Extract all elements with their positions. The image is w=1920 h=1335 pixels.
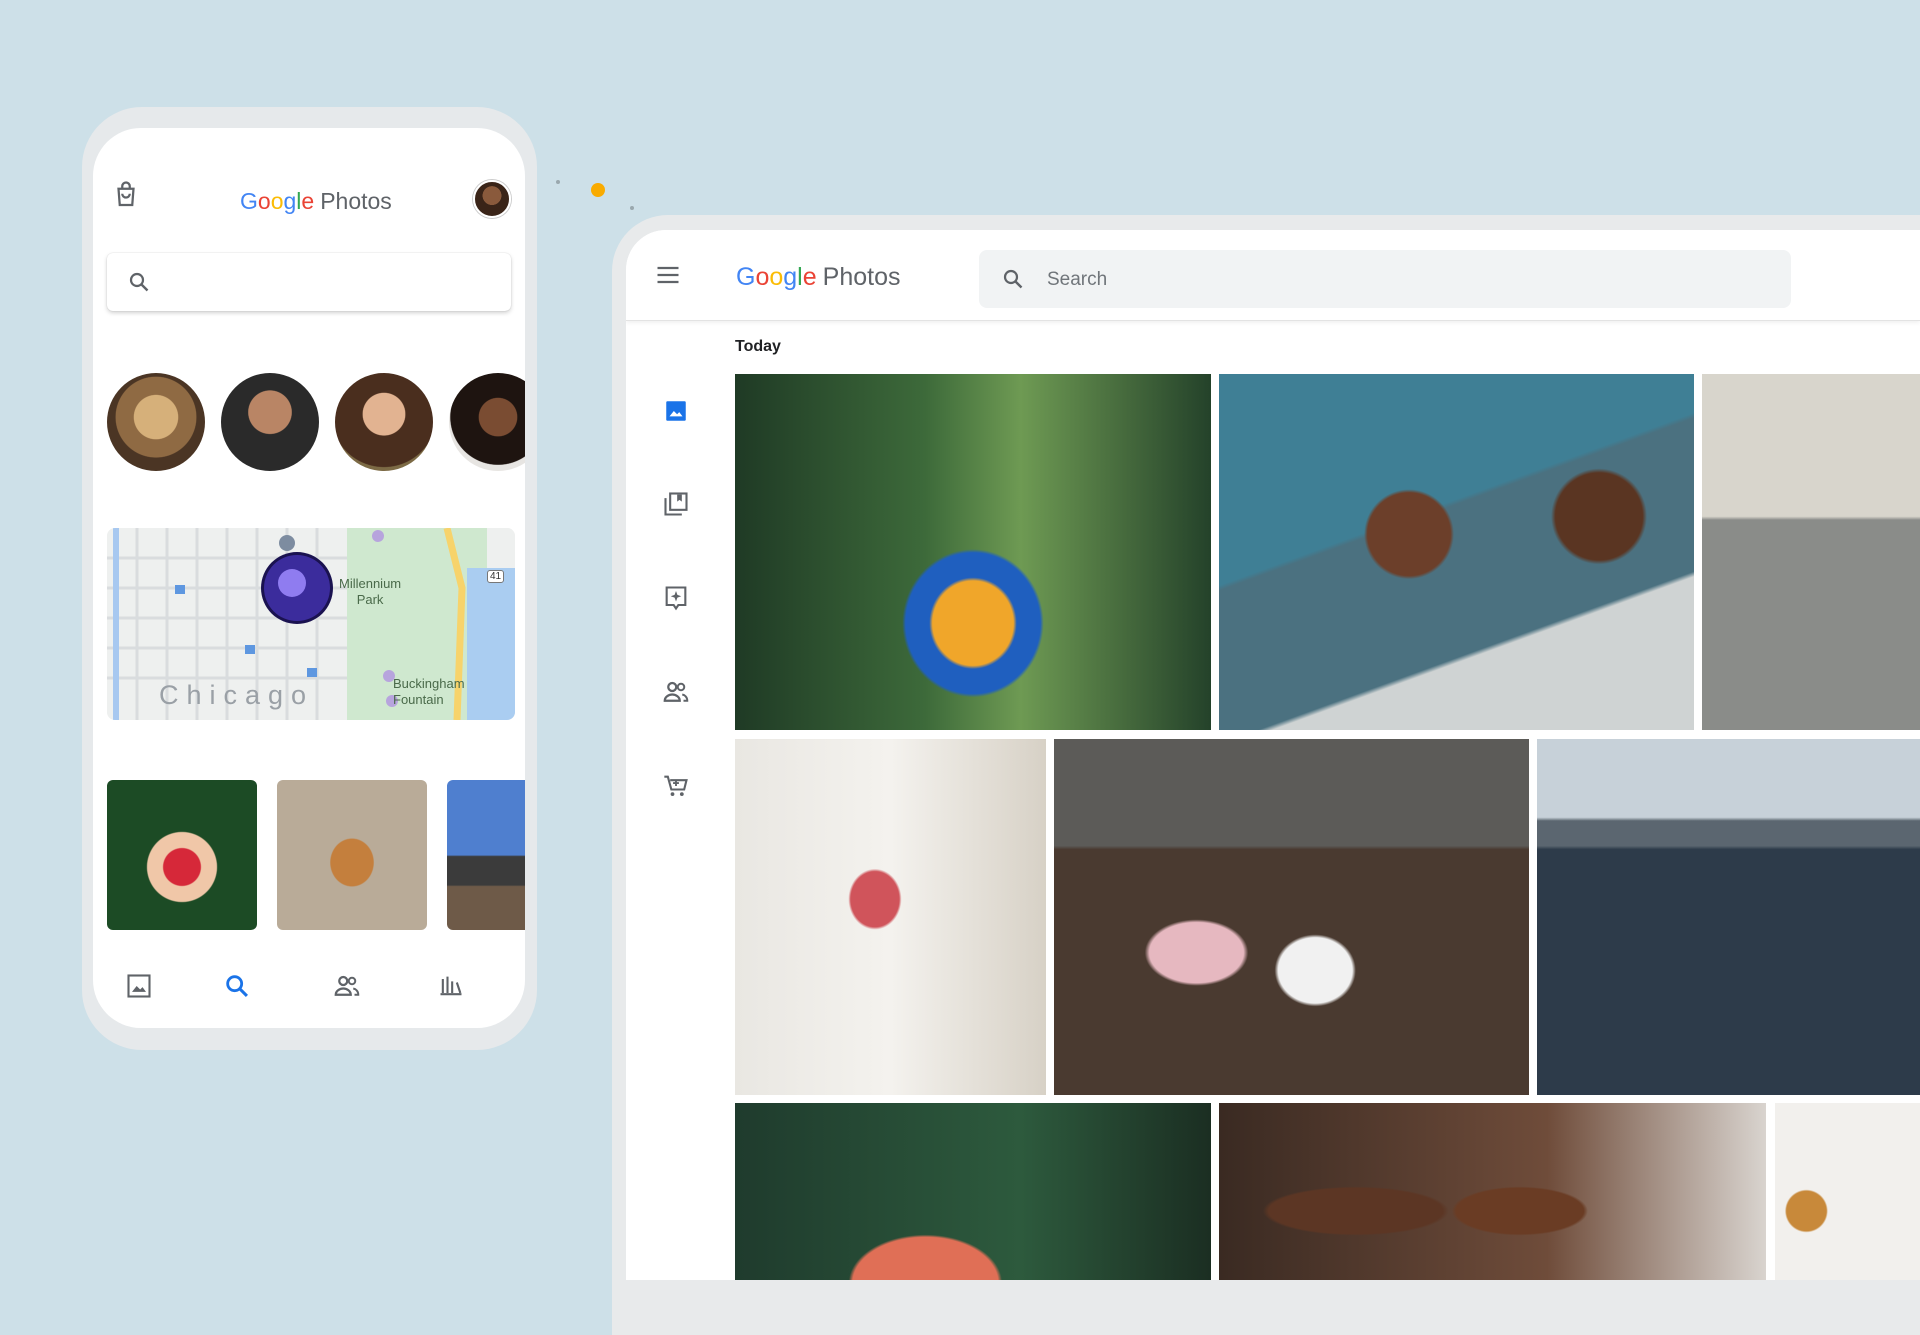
people-row [107, 373, 525, 473]
search-icon[interactable] [1001, 267, 1025, 296]
map-label-city: Chicago [159, 680, 315, 710]
thumb-strawberries[interactable] [107, 780, 257, 930]
sharing-icon[interactable] [654, 670, 698, 714]
person-woman[interactable] [335, 373, 433, 471]
photo-mother-daughter-living-room[interactable] [735, 739, 1046, 1095]
person-man[interactable] [221, 373, 319, 471]
decorative-dot [591, 183, 605, 197]
search-bar [979, 250, 1791, 310]
side-nav [626, 330, 726, 1030]
phone-screen: Google Photos Millennium Park Buckingham… [93, 128, 525, 1028]
shopping-bag-icon[interactable] [111, 180, 141, 210]
decorative-dot [630, 206, 634, 210]
places-map[interactable]: Millennium Park Buckingham Fountain Chic… [107, 528, 515, 720]
library-icon[interactable] [431, 966, 471, 1006]
section-date-label: Today [735, 338, 781, 355]
photo-boys-jumping-lake[interactable] [1537, 739, 1920, 1095]
print-store-icon[interactable] [654, 764, 698, 808]
user-avatar[interactable] [473, 180, 511, 218]
map-label-highway: 41 [487, 570, 505, 583]
search-icon[interactable] [217, 966, 257, 1006]
app-logo: Google Photos [240, 188, 392, 214]
photos-icon[interactable] [654, 389, 698, 433]
app-logo[interactable]: Google Photos [736, 263, 900, 292]
phone-header: Google Photos [93, 128, 525, 238]
bottom-nav [93, 956, 525, 1028]
assistant-icon[interactable] [654, 576, 698, 620]
photo-ornament[interactable] [1775, 1103, 1920, 1280]
decorative-dot [556, 180, 560, 184]
top-bar: Google Photos [626, 230, 1920, 321]
albums-icon[interactable] [654, 482, 698, 526]
thumb-landscape[interactable] [447, 780, 525, 930]
search-input[interactable] [107, 253, 511, 311]
photo-child-on-shoulders-forest[interactable] [735, 374, 1211, 730]
search-icon [127, 270, 151, 299]
map-label-park: Millennium Park [339, 576, 402, 607]
tablet-screen: GooglePhotos Today [626, 230, 1920, 1280]
person-woman-2[interactable] [449, 373, 525, 471]
photo-girl-with-sunglasses[interactable] [735, 1103, 1211, 1280]
photo-kids-playing-kitchen-floor[interactable] [1054, 739, 1529, 1095]
search-input[interactable] [1045, 250, 1749, 310]
sharing-icon[interactable] [327, 966, 367, 1006]
thumb-dog-on-beach[interactable] [277, 780, 427, 930]
photos-icon[interactable] [119, 966, 159, 1006]
photo-mother-and-son[interactable] [1219, 1103, 1766, 1280]
photo-family-laughing-couch[interactable] [1219, 374, 1694, 730]
things-row [107, 780, 525, 932]
menu-icon[interactable] [654, 261, 682, 289]
photo-kitchen[interactable] [1702, 374, 1920, 730]
map-label-fountain: Buckingham Fountain [393, 676, 465, 707]
person-dog[interactable] [107, 373, 205, 471]
